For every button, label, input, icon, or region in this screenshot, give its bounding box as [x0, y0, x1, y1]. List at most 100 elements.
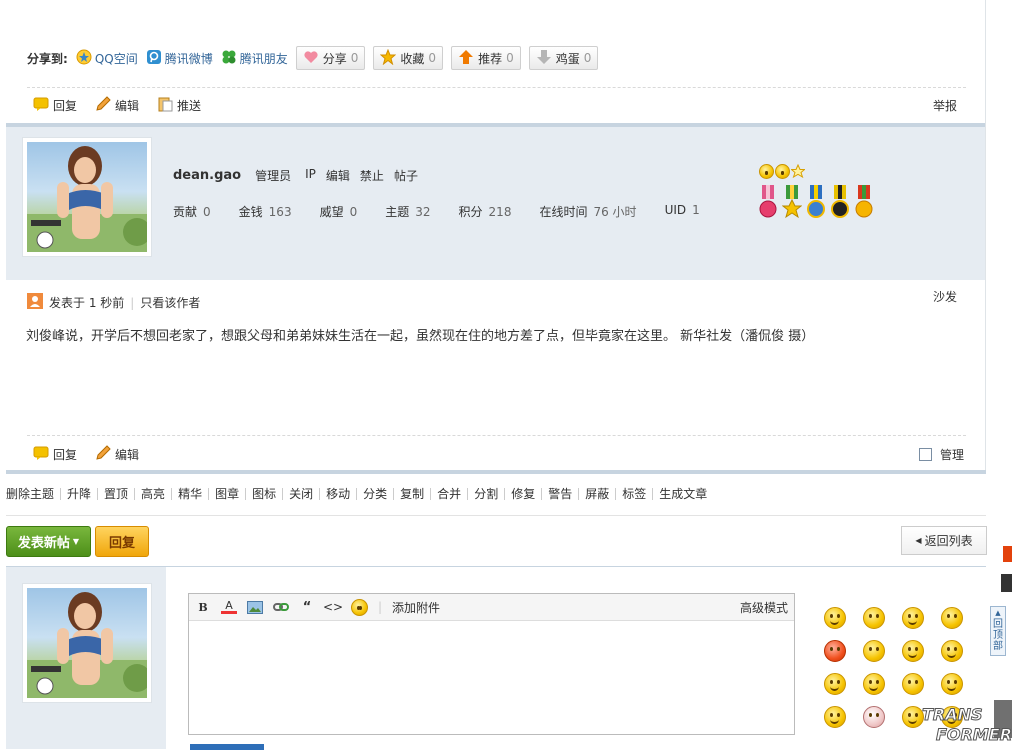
reply-textarea[interactable]: [189, 621, 794, 734]
arrow-up-icon: [458, 49, 474, 68]
avatar[interactable]: [22, 137, 152, 257]
recommend-button[interactable]: 推荐 0: [451, 46, 521, 70]
medal-icon[interactable]: [806, 185, 826, 219]
dizzy-smiley-icon[interactable]: [863, 706, 885, 728]
tongue-smiley-icon[interactable]: [863, 673, 885, 695]
submit-button-edge[interactable]: [190, 744, 264, 750]
reply-link[interactable]: 回复: [33, 446, 77, 463]
mod-block[interactable]: 屏蔽: [578, 488, 615, 500]
add-attachment-link[interactable]: 添加附件: [392, 599, 440, 616]
mod-generate-article[interactable]: 生成文章: [652, 488, 713, 500]
mod-tags[interactable]: 标签: [615, 488, 652, 500]
reply-editor: B A “ <> | 添加附件 高级模式: [188, 593, 795, 735]
floor-label[interactable]: 沙发: [933, 288, 957, 305]
sad-smiley-icon[interactable]: [863, 607, 885, 629]
laugh-smiley-icon[interactable]: [824, 673, 846, 695]
code-icon[interactable]: <>: [323, 599, 343, 615]
report-link[interactable]: 举报: [933, 97, 957, 114]
only-author-link[interactable]: 只看该作者: [140, 294, 200, 311]
reply-link[interactable]: 回复: [33, 97, 77, 114]
quote-icon[interactable]: “: [299, 599, 315, 615]
reply-button[interactable]: 回复: [95, 526, 149, 557]
divider: [27, 435, 966, 436]
stat-threads: 主题 32: [385, 205, 431, 219]
edit-link[interactable]: 编辑: [95, 96, 139, 115]
content-border: [985, 0, 986, 470]
medal-icon[interactable]: [758, 185, 778, 219]
back-to-top-button[interactable]: ▲回顶部: [990, 606, 1006, 656]
editor-toolbar: B A “ <> | 添加附件 高级模式: [189, 594, 794, 621]
bold-icon[interactable]: B: [195, 599, 211, 615]
post-content: 刘俊峰说，开学后不想回老家了，想跟父母和弟弟妹妹生活在一起，虽然现在住的地方差了…: [26, 329, 815, 344]
medal-list: [758, 185, 878, 219]
post1-actions: 回复 编辑 推送: [33, 96, 201, 115]
font-color-icon[interactable]: A: [221, 599, 237, 614]
moderation-toolbar: 删除主题 升降 置顶 高亮 精华 图章 图标 关闭 移动 分类 复制 合并 分割…: [6, 488, 713, 500]
stat-points: 积分 218: [458, 205, 512, 219]
big-grin-smiley-icon[interactable]: [941, 673, 963, 695]
stat-prestige: 威望 0: [319, 205, 358, 219]
ad-fragment: [1001, 544, 1012, 569]
wink-smiley-icon[interactable]: [902, 706, 924, 728]
edit-link[interactable]: 编辑: [95, 445, 139, 464]
push-link[interactable]: 推送: [157, 96, 201, 115]
edit-user-link[interactable]: 编辑: [326, 167, 350, 184]
shy-smiley-icon[interactable]: [824, 706, 846, 728]
tencent-weibo-icon: [146, 49, 162, 68]
medal-icon[interactable]: [830, 185, 850, 219]
share-button[interactable]: 分享 0: [295, 46, 366, 70]
medal-icon[interactable]: [781, 185, 803, 219]
username-link[interactable]: dean.gao: [173, 168, 241, 183]
mod-bump[interactable]: 升降: [60, 488, 97, 500]
post2-actions: 回复 编辑: [33, 445, 139, 464]
mod-merge[interactable]: 合并: [430, 488, 467, 500]
mod-icon[interactable]: 图标: [245, 488, 282, 500]
mod-close[interactable]: 关闭: [282, 488, 319, 500]
mod-copy[interactable]: 复制: [393, 488, 430, 500]
pencil-icon: [95, 96, 111, 115]
mod-warn[interactable]: 警告: [541, 488, 578, 500]
post-separator: [6, 470, 986, 474]
mod-delete-thread[interactable]: 删除主题: [6, 488, 60, 500]
mod-category[interactable]: 分类: [356, 488, 393, 500]
user-posts-link[interactable]: 帖子: [394, 167, 418, 184]
love-smiley-icon[interactable]: [941, 640, 963, 662]
mod-sticky[interactable]: 置顶: [97, 488, 134, 500]
favorite-button[interactable]: 收藏 0: [373, 46, 444, 70]
separator: |: [130, 295, 135, 310]
cry-smiley-icon[interactable]: [941, 607, 963, 629]
quick-reply: B A “ <> | 添加附件 高级模式: [6, 566, 986, 750]
chevron-left-icon: ◀: [915, 536, 922, 545]
egg-button[interactable]: 鸡蛋 0: [528, 46, 599, 70]
link-icon[interactable]: [273, 599, 289, 615]
share-qzone-link[interactable]: QQ空间: [76, 49, 138, 68]
mod-move[interactable]: 移动: [319, 488, 356, 500]
mod-highlight[interactable]: 高亮: [134, 488, 171, 500]
ban-user-link[interactable]: 禁止: [360, 167, 384, 184]
medal-icon[interactable]: [854, 185, 874, 219]
ip-link[interactable]: IP: [305, 167, 316, 184]
back-to-list-button[interactable]: ◀ 返回列表: [901, 526, 987, 555]
share-pengyou-link[interactable]: 腾讯朋友: [221, 49, 288, 68]
emoticon-icon[interactable]: [351, 598, 368, 616]
mod-digest[interactable]: 精华: [171, 488, 208, 500]
image-icon[interactable]: [247, 599, 263, 615]
grin-smiley-icon[interactable]: [902, 607, 924, 629]
smiley-icon[interactable]: [824, 607, 846, 629]
angry-smiley-icon[interactable]: [824, 640, 846, 662]
mod-split[interactable]: 分割: [467, 488, 504, 500]
speech-bubble-icon: [33, 97, 49, 114]
mod-repair[interactable]: 修复: [504, 488, 541, 500]
clipboard-icon: [157, 96, 173, 115]
post-time: 发表于 1 秒前: [49, 296, 125, 310]
shocked-smiley-icon[interactable]: [863, 640, 885, 662]
mod-stamp[interactable]: 图章: [208, 488, 245, 500]
separator: |: [378, 600, 383, 614]
new-post-button[interactable]: 发表新帖 ▼: [6, 526, 91, 557]
share-weibo-link[interactable]: 腾讯微博: [146, 49, 213, 68]
avatar-image: [27, 588, 147, 698]
happy-smiley-icon[interactable]: [902, 640, 924, 662]
manage-checkbox[interactable]: [919, 448, 932, 461]
advanced-mode-link[interactable]: 高级模式: [740, 599, 788, 616]
sweat-smiley-icon[interactable]: [902, 673, 924, 695]
